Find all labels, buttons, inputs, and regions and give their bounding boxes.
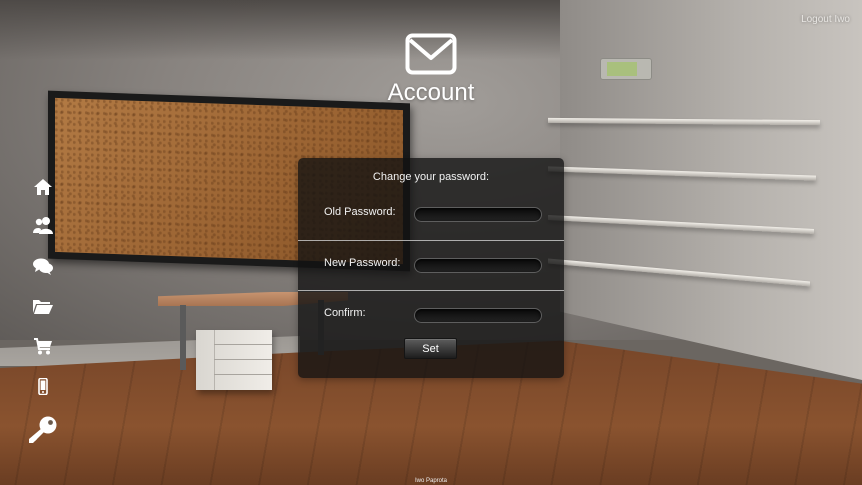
home-icon bbox=[34, 179, 52, 195]
sidebar-item-account[interactable] bbox=[28, 415, 58, 445]
sidebar-item-cart[interactable] bbox=[28, 334, 58, 358]
sidebar-item-users[interactable] bbox=[28, 213, 58, 237]
footer-credit: Iwo Paprota bbox=[414, 478, 448, 484]
confirm-label: Confirm: bbox=[324, 307, 366, 319]
drawer-cabinet bbox=[196, 330, 272, 390]
page-title: Account bbox=[387, 79, 475, 106]
mobile-phone-icon bbox=[38, 377, 48, 395]
divider bbox=[298, 290, 564, 291]
drawer-line bbox=[214, 344, 272, 345]
logout-link[interactable]: Logout Iwo bbox=[801, 14, 850, 25]
drawer-line bbox=[214, 359, 272, 360]
sidebar-item-home[interactable] bbox=[28, 175, 58, 199]
divider bbox=[298, 240, 564, 241]
confirm-password-field[interactable] bbox=[414, 308, 542, 323]
panel-title: Change your password: bbox=[372, 171, 490, 183]
drawer-line bbox=[214, 374, 272, 375]
shopping-cart-icon bbox=[34, 337, 52, 354]
set-button[interactable]: Set bbox=[404, 338, 457, 359]
folder-open-icon bbox=[33, 300, 53, 314]
new-password-label: New Password: bbox=[324, 257, 401, 269]
sidebar-item-chat[interactable] bbox=[28, 254, 58, 278]
key-icon bbox=[29, 416, 57, 443]
new-password-field[interactable] bbox=[414, 258, 542, 273]
old-password-label: Old Password: bbox=[324, 206, 396, 218]
chat-bubbles-icon bbox=[33, 258, 53, 275]
change-password-panel: Change your password: Old Password: New … bbox=[298, 158, 564, 378]
old-password-field[interactable] bbox=[414, 207, 542, 222]
desk-leg bbox=[180, 305, 186, 370]
page-header: Account bbox=[0, 33, 862, 107]
users-icon bbox=[33, 217, 53, 234]
envelope-icon bbox=[405, 33, 457, 75]
sidebar-item-folder[interactable] bbox=[28, 294, 58, 318]
sidebar-item-mobile[interactable] bbox=[28, 374, 58, 398]
